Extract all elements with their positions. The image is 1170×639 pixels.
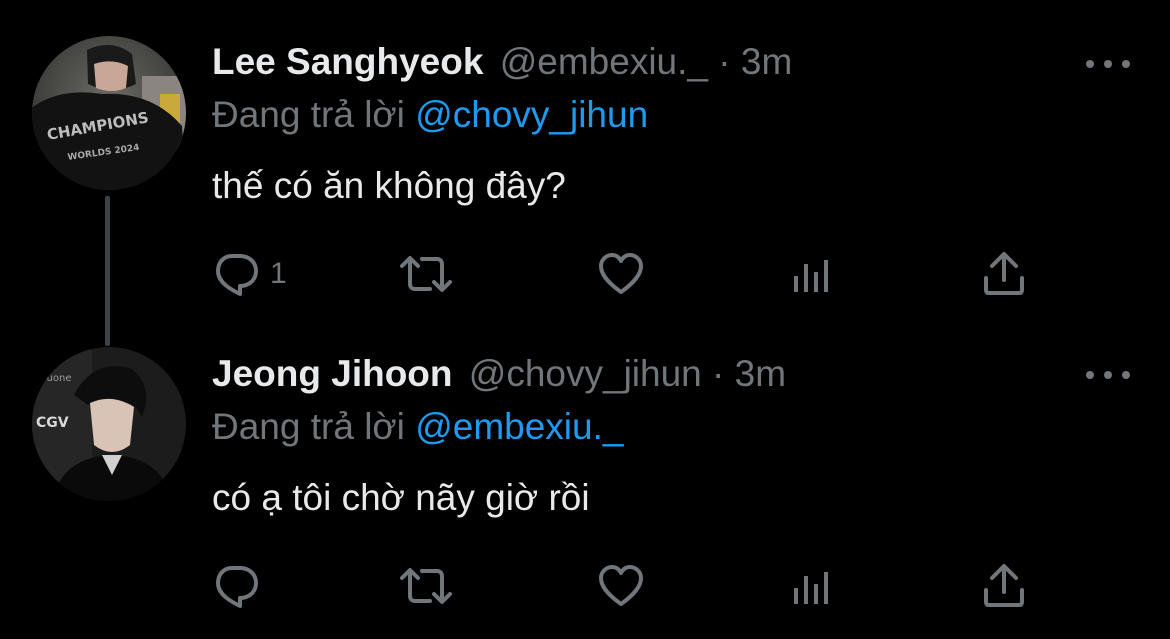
replying-to: Đang trả lời @embexiu._ — [212, 405, 623, 449]
avatar-bg-text: imuone — [34, 373, 71, 384]
like-button[interactable] — [597, 562, 645, 610]
like-button[interactable] — [597, 250, 645, 298]
avatar-image: CGV imuone — [32, 347, 186, 501]
retweet-arrows-icon — [400, 568, 452, 604]
tweet-actions: 1 — [212, 250, 1042, 298]
views-button[interactable] — [790, 562, 834, 610]
retweet-arrows-icon — [400, 256, 452, 292]
replying-to-label: Đang trả lời — [212, 406, 405, 447]
separator: · — [712, 353, 725, 394]
bar-chart-icon — [794, 572, 828, 604]
mention-link[interactable]: @embexiu._ — [415, 406, 623, 447]
share-button[interactable] — [982, 250, 1026, 298]
share-upload-icon — [984, 252, 1024, 295]
user-handle[interactable]: @embexiu._ — [500, 41, 708, 82]
user-handle[interactable]: @chovy_jihun — [469, 353, 702, 394]
avatar-bg-logo-text: CGV — [36, 415, 69, 431]
replying-to: Đang trả lời @chovy_jihun — [212, 93, 648, 137]
reply-count: 1 — [270, 257, 287, 290]
tweet[interactable]: CHAMPIONS WORLDS 2024 Lee Sanghyeok @emb… — [0, 0, 1170, 346]
retweet-button[interactable] — [398, 250, 454, 298]
tweet-header: Lee Sanghyeok @embexiu._ · 3m — [212, 40, 792, 84]
timestamp[interactable]: 3m — [735, 353, 786, 394]
tweet-actions — [212, 562, 1042, 610]
tweet[interactable]: CGV imuone Jeong Jihoon @chovy_jihun · 3… — [0, 320, 1170, 639]
speech-bubble-icon — [216, 254, 258, 296]
avatar[interactable]: CHAMPIONS WORLDS 2024 — [32, 36, 186, 190]
separator: · — [718, 41, 731, 82]
heart-icon — [599, 253, 643, 294]
tweet-text: có ạ tôi chờ nãy giờ rồi — [212, 477, 590, 518]
reply-button[interactable]: 1 — [212, 250, 287, 298]
heart-icon — [599, 565, 643, 606]
more-dots-icon[interactable] — [1086, 363, 1130, 387]
speech-bubble-icon — [216, 566, 258, 608]
display-name[interactable]: Lee Sanghyeok — [212, 41, 483, 82]
avatar[interactable]: CGV imuone — [32, 347, 186, 501]
more-dots-icon[interactable] — [1086, 52, 1130, 76]
views-button[interactable] — [790, 250, 834, 298]
mention-link[interactable]: @chovy_jihun — [415, 94, 648, 135]
replying-to-label: Đang trả lời — [212, 94, 405, 135]
share-upload-icon — [984, 564, 1024, 607]
display-name[interactable]: Jeong Jihoon — [212, 353, 453, 394]
avatar-image: CHAMPIONS WORLDS 2024 — [32, 36, 186, 190]
share-button[interactable] — [982, 562, 1026, 610]
reply-button[interactable] — [212, 562, 270, 610]
bar-chart-icon — [794, 260, 828, 292]
tweet-header: Jeong Jihoon @chovy_jihun · 3m — [212, 352, 786, 396]
retweet-button[interactable] — [398, 562, 454, 610]
timestamp[interactable]: 3m — [741, 41, 792, 82]
tweet-text: thế có ăn không đây? — [212, 165, 566, 206]
